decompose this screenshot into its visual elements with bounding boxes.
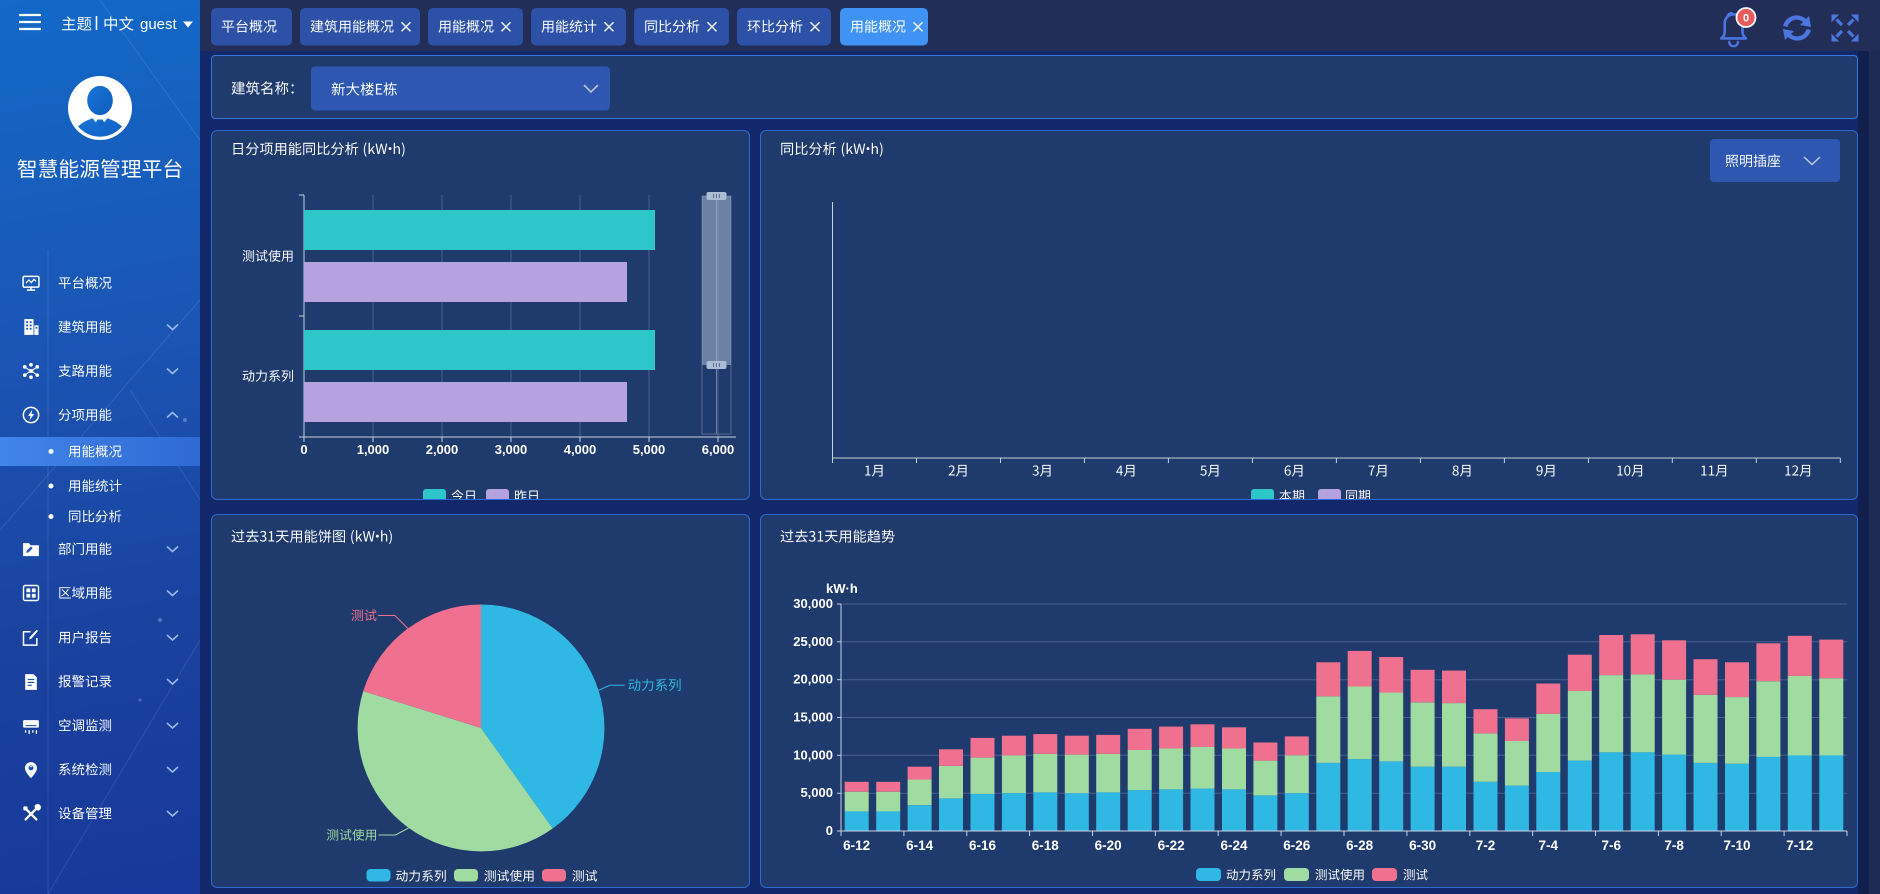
svg-text:6-24: 6-24 — [1220, 838, 1248, 853]
svg-text:6-22: 6-22 — [1158, 838, 1185, 853]
svg-text:6,000: 6,000 — [702, 442, 735, 457]
svg-text:kW·h: kW·h — [826, 581, 858, 596]
svg-text:6-30: 6-30 — [1409, 838, 1436, 853]
svg-text:3,000: 3,000 — [495, 442, 528, 457]
svg-text:0: 0 — [1743, 13, 1749, 25]
svg-text:4,000: 4,000 — [564, 442, 597, 457]
svg-text:10,000: 10,000 — [793, 747, 833, 762]
svg-text:0: 0 — [826, 823, 833, 838]
svg-text:5,000: 5,000 — [633, 442, 666, 457]
svg-text:5,000: 5,000 — [800, 785, 833, 800]
svg-text:2,000: 2,000 — [426, 442, 459, 457]
svg-text:7-12: 7-12 — [1786, 838, 1813, 853]
svg-text:7-6: 7-6 — [1601, 838, 1621, 853]
svg-text:6-16: 6-16 — [969, 838, 997, 853]
svg-text:6-18: 6-18 — [1032, 838, 1060, 853]
svg-text:7-2: 7-2 — [1476, 838, 1496, 853]
svg-text:1,000: 1,000 — [357, 442, 390, 457]
svg-text:6-14: 6-14 — [906, 838, 934, 853]
svg-text:0: 0 — [300, 442, 307, 457]
svg-text:15,000: 15,000 — [793, 710, 833, 725]
svg-text:7-10: 7-10 — [1723, 838, 1750, 853]
svg-text:6-12: 6-12 — [843, 838, 870, 853]
svg-text:25,000: 25,000 — [793, 634, 833, 649]
svg-text:7-4: 7-4 — [1539, 838, 1559, 853]
svg-text:6-26: 6-26 — [1283, 838, 1311, 853]
svg-text:30,000: 30,000 — [793, 596, 833, 611]
svg-text:7-8: 7-8 — [1664, 838, 1684, 853]
svg-text:6-28: 6-28 — [1346, 838, 1374, 853]
svg-text:6-20: 6-20 — [1095, 838, 1122, 853]
svg-text:20,000: 20,000 — [793, 672, 833, 687]
